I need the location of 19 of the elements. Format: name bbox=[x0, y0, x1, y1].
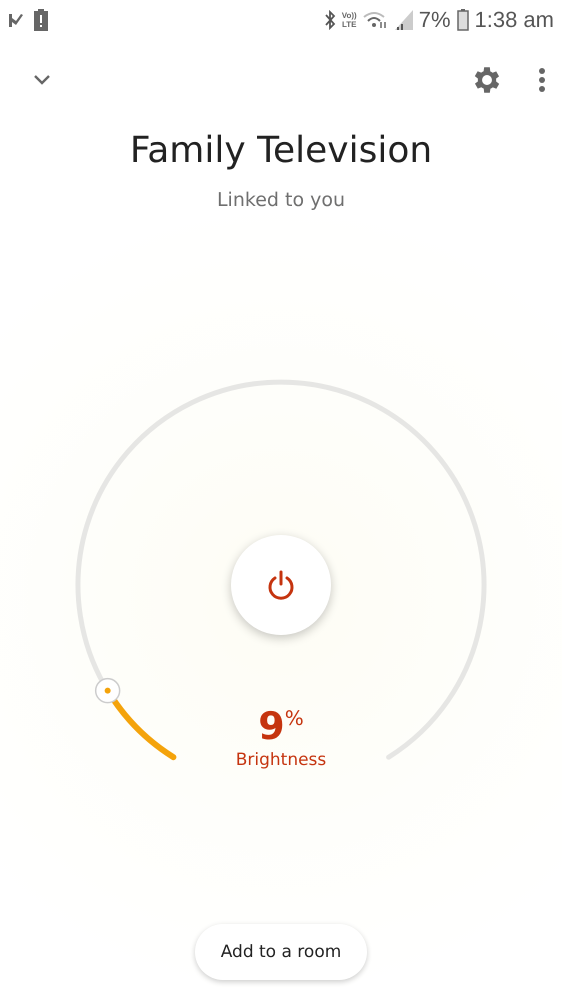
bluetooth-icon bbox=[324, 10, 336, 30]
more-options-button[interactable] bbox=[538, 67, 546, 93]
device-subtitle: Linked to you bbox=[216, 189, 346, 211]
slider-thumb[interactable] bbox=[94, 678, 120, 704]
brightness-value: 9 bbox=[258, 706, 285, 746]
battery-alert-icon bbox=[34, 9, 48, 31]
device-title: Family Television bbox=[128, 130, 434, 171]
signal-icon bbox=[394, 10, 413, 30]
volte-label: Vo)) bbox=[342, 11, 357, 20]
wifi-icon bbox=[362, 11, 389, 29]
add-to-room-button[interactable]: Add to a room bbox=[194, 924, 368, 980]
brightness-label: Brightness bbox=[236, 750, 326, 770]
volte-label: LTE bbox=[342, 20, 356, 29]
battery-percent: 7% bbox=[418, 7, 450, 33]
clock-time: 1:38 am bbox=[474, 7, 554, 33]
battery-icon bbox=[456, 9, 468, 31]
percent-sign: % bbox=[284, 706, 304, 730]
more-vertical-icon bbox=[538, 67, 546, 93]
flag-check-icon bbox=[8, 12, 24, 28]
